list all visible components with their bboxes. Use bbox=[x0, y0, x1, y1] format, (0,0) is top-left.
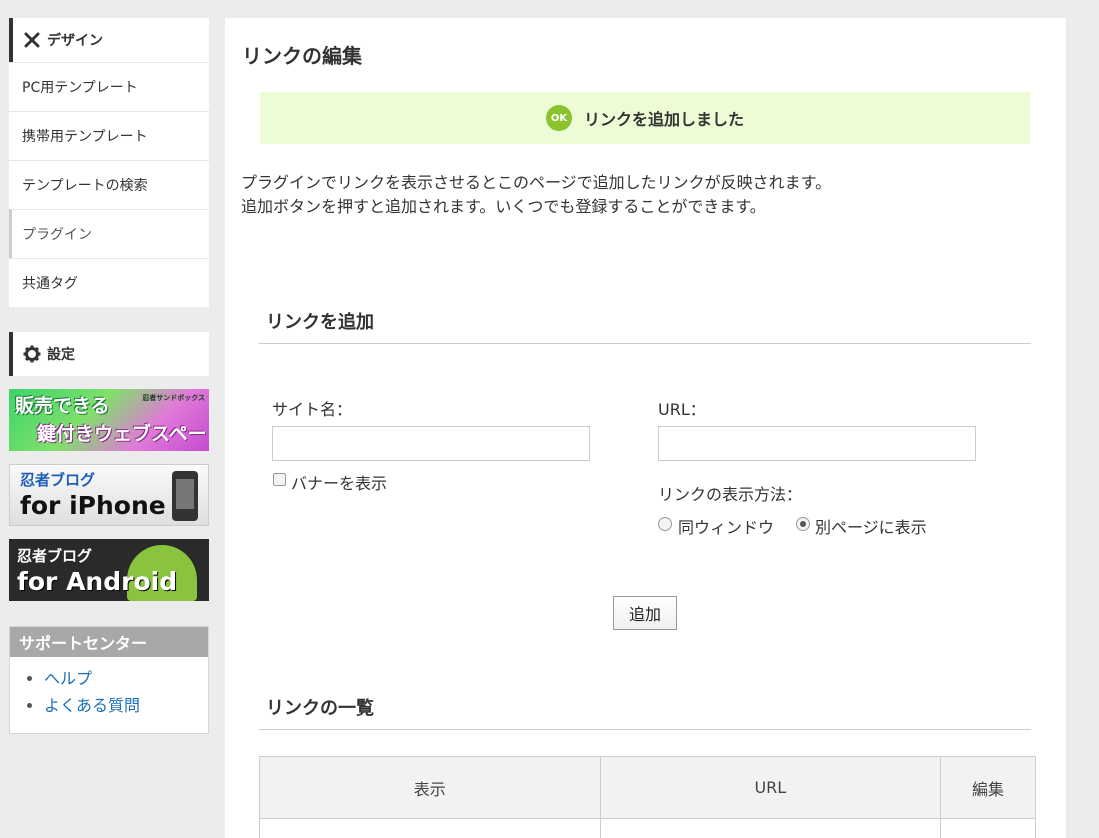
android-banner-line2: for Android bbox=[17, 567, 178, 596]
radio-new-page-label[interactable]: 別ページに表示 bbox=[815, 514, 927, 538]
tools-icon bbox=[23, 31, 41, 49]
success-notice: OK リンクを追加しました bbox=[260, 92, 1030, 144]
banner-checkbox-label[interactable]: バナーを表示 bbox=[291, 470, 387, 494]
link-list-table: 表示 URL 編集 bbox=[259, 756, 1036, 838]
iphone-banner-line1: 忍者ブログ bbox=[20, 471, 96, 489]
notice-text: リンクを追加しました bbox=[583, 110, 744, 129]
description: プラグインでリンクを表示させるとこのページで追加したリンクが反映されます。 追加… bbox=[241, 171, 831, 219]
settings-menu-header[interactable]: 設定 bbox=[9, 332, 209, 376]
android-banner[interactable]: 忍者ブログ for Android bbox=[9, 539, 209, 601]
link-list-section-title: リンクの一覧 bbox=[259, 686, 1031, 730]
support-box: サポートセンター ヘルプ よくある質問 bbox=[9, 626, 209, 734]
table-row bbox=[259, 818, 1036, 838]
radio-new-page[interactable] bbox=[796, 517, 810, 531]
banner-checkbox[interactable] bbox=[273, 473, 286, 486]
sidebar-item-common-tags[interactable]: 共通タグ bbox=[9, 258, 209, 307]
phone-icon bbox=[172, 471, 198, 521]
display-method-label: リンクの表示方法： bbox=[658, 485, 803, 504]
sandbox-banner-brand: 忍者サンドボックス bbox=[142, 394, 205, 402]
sidebar-item-mobile-template[interactable]: 携帯用テンプレート bbox=[9, 111, 209, 160]
main-panel: リンクの編集 OK リンクを追加しました プラグインでリンクを表示させるとこのペ… bbox=[225, 18, 1066, 838]
ok-icon: OK bbox=[545, 105, 572, 131]
page-title: リンクの編集 bbox=[242, 44, 362, 68]
column-header-edit: 編集 bbox=[940, 756, 1036, 819]
add-button[interactable]: 追加 bbox=[613, 596, 677, 630]
sandbox-banner[interactable]: 販売できる 忍者サンドボックス 鍵付きウェブスペース bbox=[9, 389, 209, 451]
sandbox-banner-line2: 鍵付きウェブスペース bbox=[37, 423, 207, 451]
column-header-url: URL bbox=[599, 756, 942, 819]
add-link-section-title: リンクを追加 bbox=[259, 300, 1031, 344]
gear-icon bbox=[23, 345, 41, 363]
iphone-banner-line2: for iPhone bbox=[20, 491, 166, 520]
sidebar-item-plugin[interactable]: プラグイン bbox=[9, 209, 209, 258]
support-title: サポートセンター bbox=[10, 627, 208, 657]
sandbox-banner-line1: 販売できる bbox=[15, 395, 110, 417]
design-menu-header: デザイン bbox=[9, 18, 209, 62]
sidebar-item-pc-template[interactable]: PC用テンプレート bbox=[9, 62, 209, 111]
column-header-display: 表示 bbox=[259, 756, 601, 819]
radio-same-window[interactable] bbox=[658, 517, 672, 531]
description-line-1: プラグインでリンクを表示させるとこのページで追加したリンクが反映されます。 bbox=[241, 173, 832, 192]
site-name-label: サイト名： bbox=[272, 400, 353, 419]
android-banner-line1: 忍者ブログ bbox=[17, 547, 93, 565]
url-label: URL： bbox=[658, 400, 706, 419]
iphone-banner[interactable]: 忍者ブログ for iPhone bbox=[9, 464, 209, 526]
design-menu-title: デザイン bbox=[47, 33, 103, 49]
radio-same-window-label[interactable]: 同ウィンドウ bbox=[678, 514, 774, 538]
sidebar: デザイン PC用テンプレート 携帯用テンプレート テンプレートの検索 プラグイン… bbox=[9, 18, 209, 734]
site-name-input[interactable] bbox=[272, 426, 590, 461]
support-link-faq[interactable]: よくある質問 bbox=[44, 692, 208, 719]
sidebar-item-template-search[interactable]: テンプレートの検索 bbox=[9, 160, 209, 209]
support-link-help[interactable]: ヘルプ bbox=[44, 665, 208, 692]
description-line-2: 追加ボタンを押すと追加されます。いくつでも登録することができます。 bbox=[241, 197, 766, 216]
url-input[interactable] bbox=[658, 426, 976, 461]
settings-menu-title: 設定 bbox=[47, 347, 75, 363]
